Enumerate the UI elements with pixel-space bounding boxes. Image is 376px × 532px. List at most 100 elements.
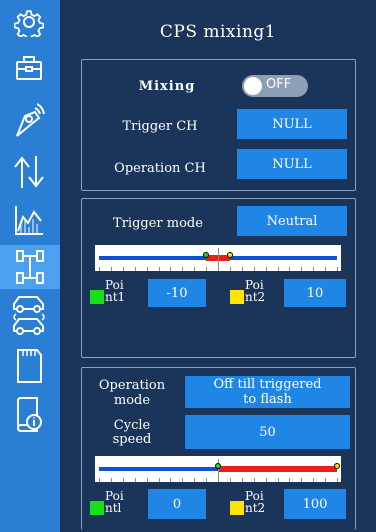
sd-card-icon: [17, 349, 42, 383]
slider-tick: [122, 267, 124, 271]
slider-tick: [182, 267, 184, 271]
slider-center-line: [218, 248, 219, 268]
operation-mode-value-top: Off till triggered: [213, 377, 322, 392]
point2-color-swatch: [230, 501, 244, 515]
operation-range-slider[interactable]: [95, 456, 341, 482]
sidebar-item-transmitter[interactable]: [6, 98, 52, 142]
slider-tick: [194, 267, 196, 271]
point2-marker[interactable]: [226, 252, 233, 258]
slider-tick: [194, 478, 196, 482]
slider-tick: [134, 267, 136, 271]
slider-tick: [337, 478, 338, 482]
sidebar-item-settings[interactable]: [6, 0, 52, 44]
slider-tick: [158, 478, 160, 482]
operation-mode-button[interactable]: Off till triggered to flash: [185, 376, 350, 408]
cycle-speed-label-bottom: speed: [112, 432, 152, 447]
slider-tick: [229, 478, 231, 482]
page-title: CPS mixing1: [159, 22, 277, 42]
slider-tick: [146, 267, 148, 271]
sidebar: [0, 0, 60, 532]
chassis-mixing-icon: [16, 250, 44, 284]
sidebar-item-reverse[interactable]: [6, 150, 52, 194]
slider-tick: [289, 478, 291, 482]
operation-mode-panel: Operation mode Off till triggered to fla…: [81, 367, 356, 530]
slider-tick: [170, 478, 172, 482]
sidebar-item-sd-card[interactable]: [6, 344, 52, 388]
trigger-mode-button[interactable]: Neutral: [237, 206, 347, 236]
point1-label-bottom: nt1: [105, 290, 126, 304]
trigger-mode-label: Trigger mode: [113, 216, 203, 231]
slider-tick: [277, 478, 279, 482]
slider-range-fill: [218, 466, 337, 472]
slider-tick: [206, 267, 208, 271]
operation-ch-button[interactable]: NULL: [237, 149, 347, 179]
slider-tick: [99, 267, 100, 271]
slider-center-line: [218, 459, 219, 479]
mixing-toggle[interactable]: OFF: [242, 75, 308, 97]
mixing-label: Mixing: [138, 79, 196, 94]
slider-tick: [182, 478, 184, 482]
slider-tick: [134, 478, 136, 482]
slider-tick: [146, 478, 148, 482]
curve-graph-icon: [15, 206, 43, 235]
slider-tick: [206, 478, 208, 482]
point2-value-button[interactable]: 10: [284, 279, 346, 307]
mixing-settings-panel: Mixing OFF Trigger CH NULL Operation CH …: [81, 59, 356, 191]
point1-label-bottom: ntl: [105, 501, 122, 515]
slider-tick: [253, 478, 255, 482]
toolbox-icon: [16, 56, 42, 80]
gear-icon: [14, 10, 44, 37]
trigger-ch-button[interactable]: NULL: [237, 109, 347, 139]
reverse-arrows-icon: [14, 156, 44, 188]
point1-marker[interactable]: [215, 463, 221, 469]
slider-tick: [110, 478, 112, 482]
slider-tick: [253, 267, 255, 271]
transmitter-icon: [16, 103, 45, 137]
trigger-range-slider[interactable]: [95, 245, 341, 271]
sidebar-item-curve[interactable]: [6, 198, 52, 242]
slider-tick: [313, 478, 315, 482]
slider-tick: [241, 478, 243, 482]
trigger-ch-label: Trigger CH: [122, 119, 198, 134]
slider-tick: [218, 478, 219, 482]
slider-tick: [158, 267, 160, 271]
slider-tick: [110, 267, 112, 271]
slider-tick: [325, 267, 327, 271]
slider-tick: [218, 267, 219, 271]
main-content: CPS mixing1 Mixing OFF Trigger CH NULL O…: [60, 0, 376, 532]
cycle-speed-button[interactable]: 50: [185, 415, 350, 449]
point2-label-bottom: nt2: [245, 290, 266, 304]
car-swap-icon: [13, 296, 45, 335]
cycle-speed-label-top: Cycle: [113, 418, 151, 433]
mixing-toggle-state: OFF: [266, 77, 292, 92]
operation-ch-label: Operation CH: [114, 161, 206, 176]
point2-label-bottom: nt2: [245, 501, 266, 515]
sidebar-item-chassis-mixing[interactable]: [0, 245, 60, 289]
operation-mode-value-bottom: to flash: [243, 392, 292, 407]
slider-tick: [170, 267, 172, 271]
slider-tick: [289, 267, 291, 271]
sidebar-item-car-swap[interactable]: [6, 292, 52, 336]
sidebar-item-toolbox[interactable]: [6, 46, 52, 90]
slider-tick: [337, 267, 338, 271]
point2-marker[interactable]: [334, 463, 340, 469]
slider-tick: [301, 267, 303, 271]
slider-tick: [99, 478, 100, 482]
toggle-knob: [244, 77, 262, 95]
point1-value-button[interactable]: -10: [148, 279, 206, 307]
info-icon: [17, 397, 42, 432]
slider-tick: [265, 267, 267, 271]
point2-color-swatch: [230, 290, 244, 304]
slider-tick: [229, 267, 231, 271]
point1-value-button[interactable]: 0: [148, 489, 206, 519]
slider-tick: [265, 478, 267, 482]
point1-color-swatch: [90, 290, 104, 304]
slider-tick: [277, 267, 279, 271]
point2-value-button[interactable]: 100: [284, 489, 346, 519]
slider-tick: [301, 478, 303, 482]
slider-tick: [325, 478, 327, 482]
slider-tick: [122, 478, 124, 482]
slider-tick: [241, 267, 243, 271]
operation-mode-label-bottom: mode: [113, 393, 151, 408]
sidebar-item-info[interactable]: [6, 392, 52, 436]
